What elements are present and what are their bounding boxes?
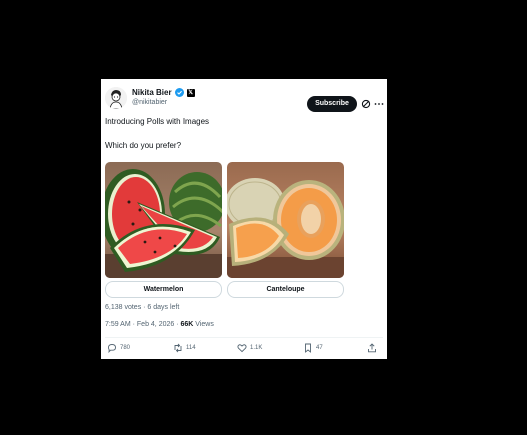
repost-count: 114 (186, 345, 196, 351)
bookmark-button[interactable]: 47 (303, 343, 323, 353)
post-header: Nikita Bier 𝕏 @nikitabier Subscribe (105, 87, 384, 112)
heart-icon (237, 344, 247, 353)
like-button[interactable]: 1.1K (237, 343, 262, 353)
views-count: 66K (180, 321, 194, 328)
bookmark-icon (305, 343, 311, 353)
author-name-row: Nikita Bier 𝕏 (132, 88, 195, 97)
like-count: 1.1K (250, 345, 263, 351)
views-label: Views (193, 321, 214, 328)
share-button[interactable] (367, 343, 377, 353)
reply-icon (108, 344, 116, 353)
repost-icon (174, 343, 182, 353)
post-meta: 7:59 AM · Feb 4, 2026 · 66K Views (105, 321, 214, 328)
post-timestamp[interactable]: 7:59 AM · Feb 4, 2026 · (105, 321, 181, 328)
author-handle[interactable]: @nikitabier (132, 99, 167, 106)
share-icon (368, 343, 376, 353)
grok-icon[interactable] (361, 99, 371, 109)
divider (105, 337, 383, 338)
post-card: Nikita Bier 𝕏 @nikitabier Subscribe Intr… (101, 79, 387, 359)
avatar[interactable] (105, 87, 127, 109)
poll-option-image-watermelon[interactable] (105, 162, 222, 278)
subscribe-button[interactable]: Subscribe (307, 96, 357, 112)
poll-option-image-cantaloupe[interactable] (227, 162, 344, 278)
post-text-line1: Introducing Polls with Images (105, 117, 210, 126)
post-text-line2: Which do you prefer? (105, 141, 182, 150)
more-icon[interactable] (374, 99, 384, 109)
reply-button[interactable]: 780 (107, 343, 130, 353)
poll-votes-summary: 6,138 votes · 6 days left (105, 304, 180, 311)
poll-option-canteloupe[interactable]: Canteloupe (227, 281, 344, 298)
repost-button[interactable]: 114 (173, 343, 196, 353)
x-badge-icon: 𝕏 (186, 88, 195, 97)
verified-icon (174, 88, 184, 97)
bookmark-count: 47 (316, 345, 323, 351)
author-name[interactable]: Nikita Bier (132, 88, 172, 97)
reply-count: 780 (120, 345, 131, 351)
action-bar: 780 114 1.1K 47 (101, 343, 387, 357)
poll-option-watermelon[interactable]: Watermelon (105, 281, 222, 298)
